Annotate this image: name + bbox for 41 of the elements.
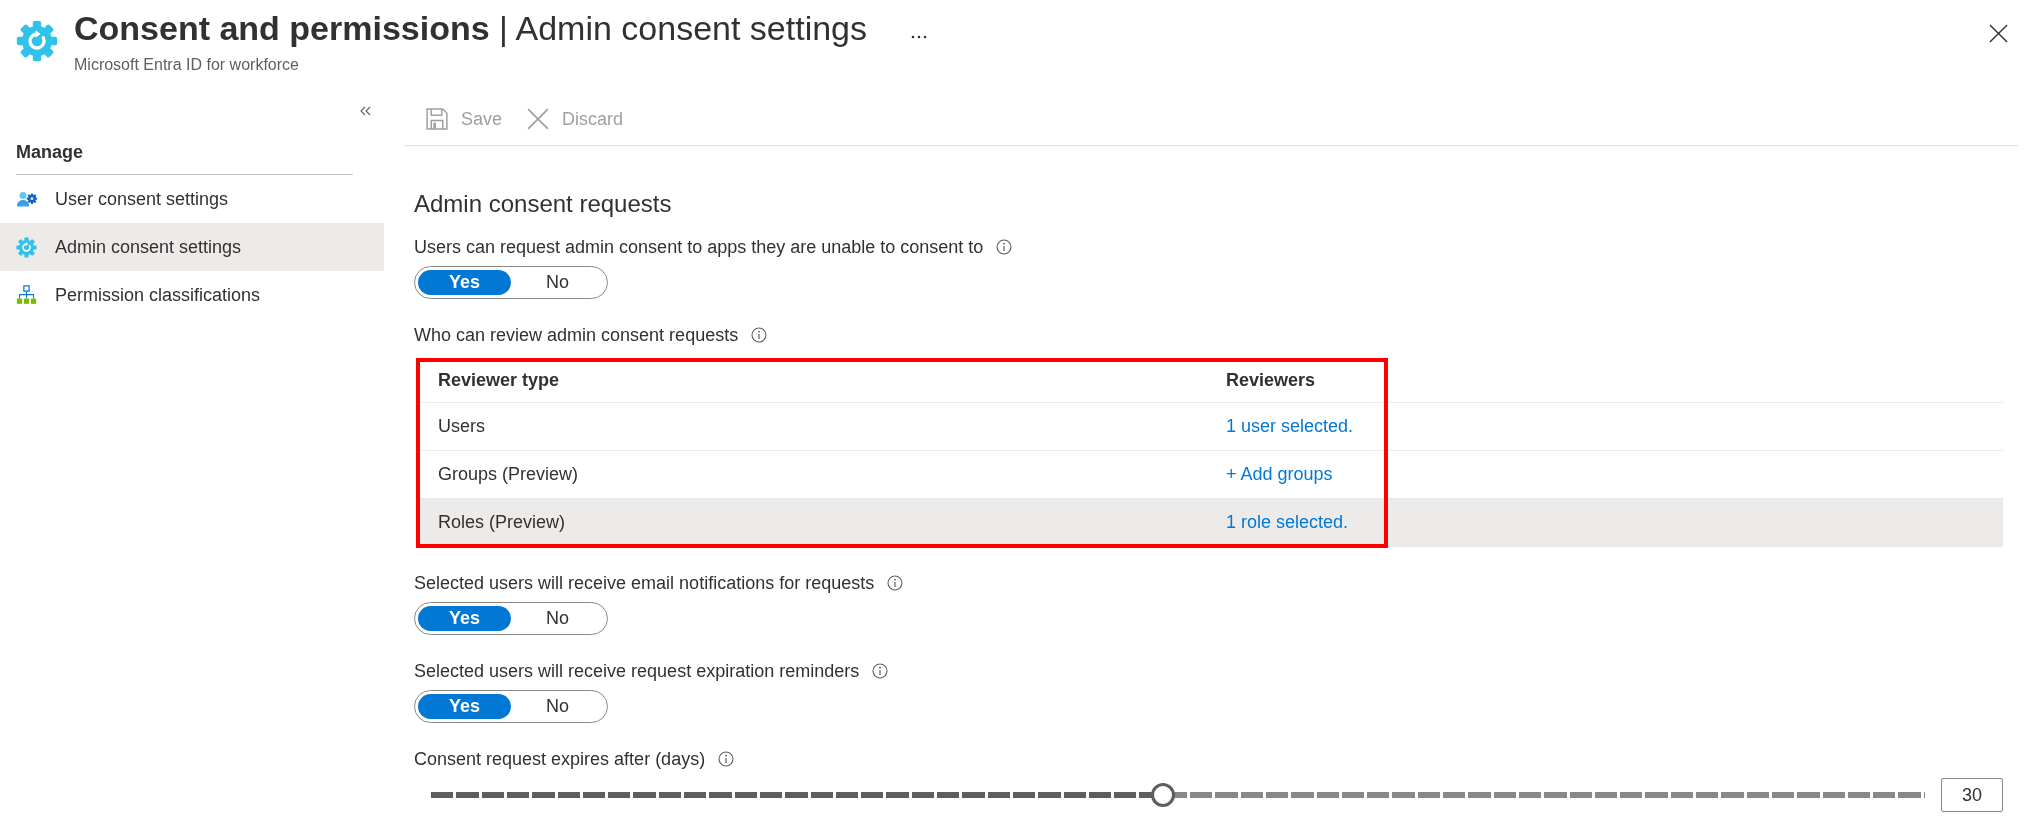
page-subtitle: Microsoft Entra ID for workforce: [74, 55, 299, 75]
toggle-option[interactable]: No: [511, 270, 604, 295]
toggle-option[interactable]: Yes: [418, 694, 511, 719]
column-header: Reviewer type: [437, 369, 561, 391]
more-icon[interactable]: [911, 35, 927, 39]
setting-label: Who can review admin consent requests: [414, 324, 739, 346]
gear-icon: [16, 20, 58, 62]
toggle-option[interactable]: No: [511, 694, 604, 719]
reviewers-link[interactable]: + Add groups: [1226, 464, 1333, 484]
setting-label: Consent request expires after (days): [414, 748, 706, 770]
reviewers-link[interactable]: 1 user selected.: [1226, 416, 1354, 436]
toggle-option[interactable]: Yes: [418, 270, 511, 295]
close-icon[interactable]: [1989, 24, 2008, 43]
hierarchy-icon: [16, 284, 37, 306]
cross-icon: [526, 107, 551, 131]
page-title: Consent and permissions | Admin consent settings: [74, 8, 867, 48]
double-chevron-icon[interactable]: [360, 106, 371, 116]
table-row[interactable]: Users 1 user selected.: [416, 403, 2003, 451]
info-icon[interactable]: [887, 575, 904, 591]
setting-label: Selected users will receive request expiration reminders: [414, 660, 860, 682]
reviewers-link[interactable]: 1 role selected.: [1226, 512, 1349, 532]
nav-item[interactable]: Permission classifications: [0, 271, 384, 319]
setting-label: Selected users will receive email notifications for requests: [414, 572, 875, 594]
info-icon[interactable]: [996, 239, 1013, 255]
days-input-field[interactable]: 30: [1941, 778, 2003, 812]
setting-label: Users can request admin consent to apps they are unable to consent to: [414, 236, 984, 258]
info-icon[interactable]: [751, 327, 768, 343]
info-icon[interactable]: [872, 663, 889, 679]
section-heading: Admin consent requests: [414, 189, 673, 219]
slider-thumb[interactable]: [1151, 783, 1176, 807]
nav-item[interactable]: Admin consent settings: [0, 223, 384, 271]
reviewer-type-text: Roles (Preview): [438, 512, 566, 532]
nav-item[interactable]: User consent settings: [0, 175, 384, 223]
info-icon[interactable]: [718, 751, 735, 767]
nav-section-heading: Manage: [16, 137, 353, 175]
reviewer-type-text: Groups (Preview): [438, 464, 579, 484]
toggle-option[interactable]: No: [511, 606, 604, 631]
toggle-option[interactable]: Yes: [418, 606, 511, 631]
reviewer-type-text: Users: [438, 416, 485, 436]
gear-icon: [16, 236, 37, 258]
column-header: Reviewers: [1225, 369, 1317, 391]
